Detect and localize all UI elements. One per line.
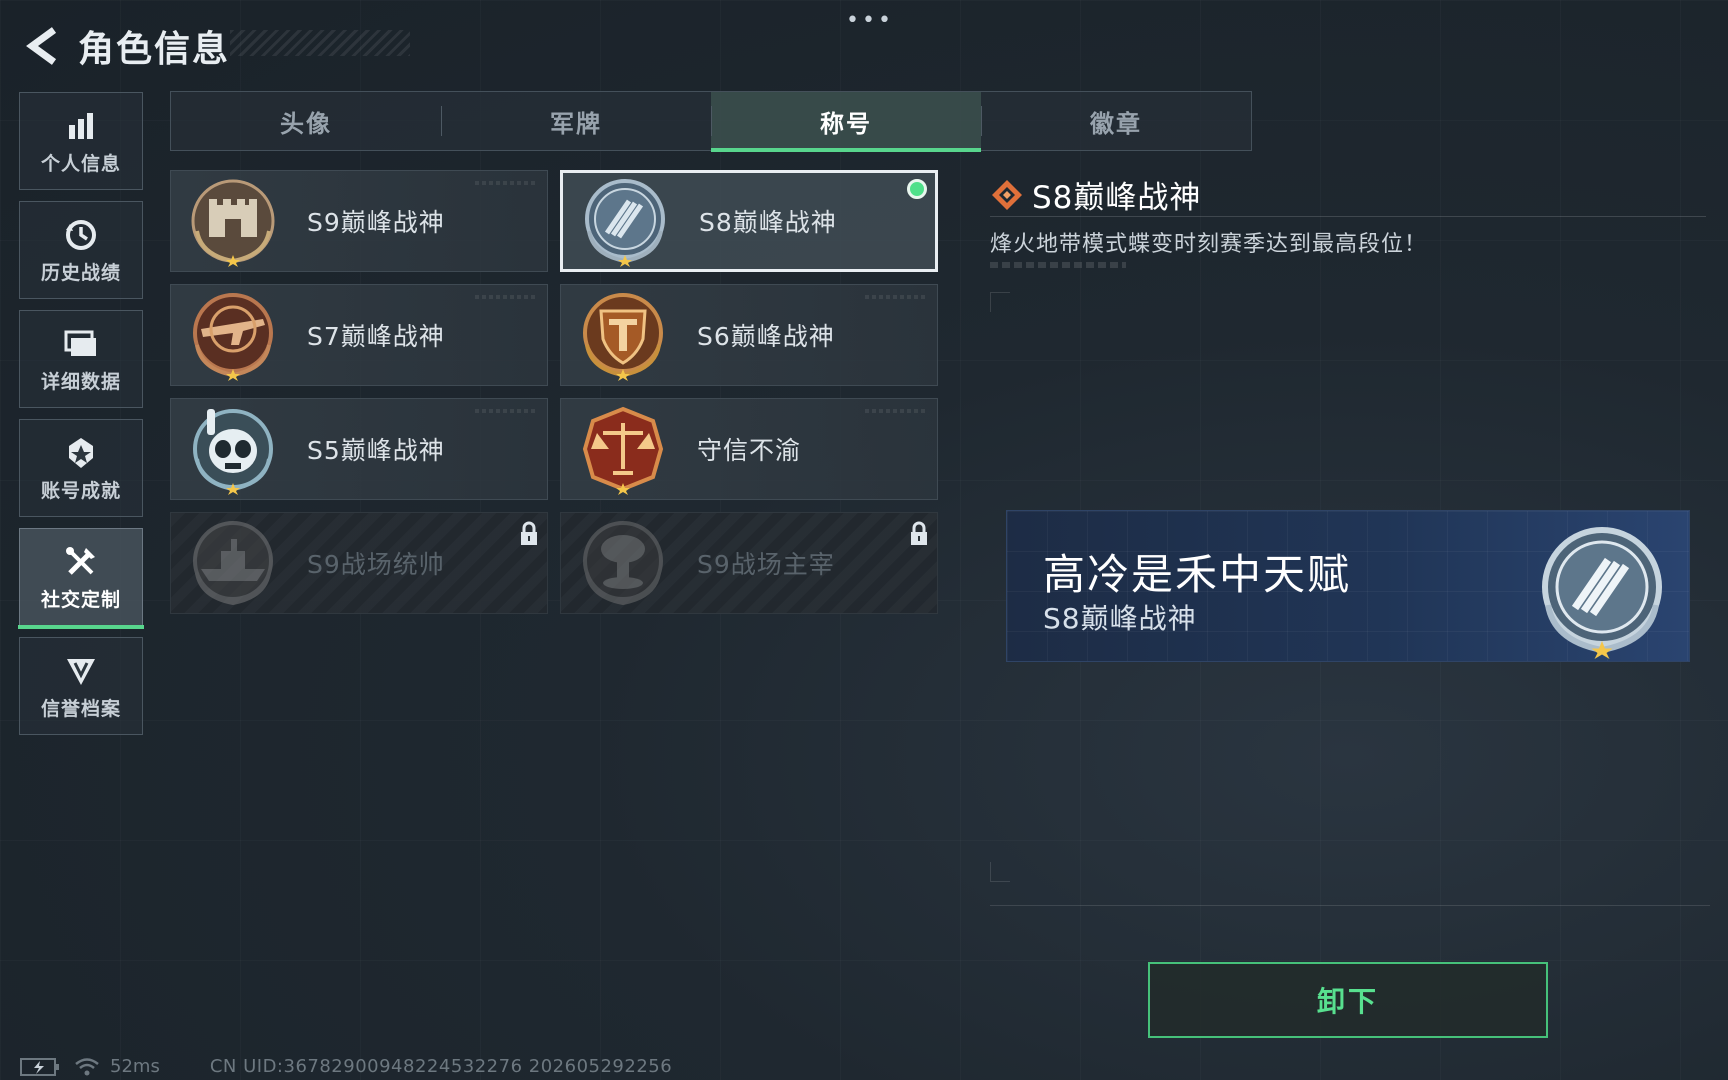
title-name: S8巅峰战神 (699, 208, 837, 237)
divider (990, 905, 1710, 906)
title-name: S9战场主宰 (697, 550, 835, 579)
page-title: 角色信息 (78, 29, 231, 70)
card-decoration (475, 409, 535, 413)
lock-icon (521, 521, 537, 545)
credit-shield-icon (65, 652, 97, 690)
diver-skull-badge-icon (193, 409, 273, 495)
slash-badge-icon (585, 179, 665, 267)
title-card[interactable]: 守信不渝 (560, 398, 938, 500)
header-decoration (230, 30, 410, 56)
title-name: S9巅峰战神 (307, 208, 445, 237)
preview-title-name: S8巅峰战神 (1043, 602, 1197, 635)
title-name: S5巅峰战神 (307, 436, 445, 465)
sidebar-item-achievements[interactable]: 账号成就 (19, 419, 143, 517)
frame-corner (990, 862, 1010, 882)
header: 角色信息 (20, 18, 230, 74)
slash-badge-icon (1542, 527, 1662, 659)
sidebar-item-label: 历史战绩 (40, 261, 121, 284)
title-name: S7巅峰战神 (307, 322, 445, 351)
back-arrow-icon (26, 27, 57, 65)
scales-badge-icon (582, 406, 664, 495)
title-name: S9战场统帅 (307, 550, 445, 579)
battery-icon (20, 1057, 59, 1076)
detail-decoration (990, 262, 1126, 268)
shield-t-badge-icon (583, 293, 663, 381)
title-preview-banner: 高冷是禾中天赋 S8巅峰战神 (1006, 510, 1690, 662)
more-menu[interactable]: ••• (846, 8, 894, 33)
sidebar-item-label: 个人信息 (40, 152, 121, 175)
back-button[interactable] (20, 24, 64, 68)
card-decoration (865, 409, 925, 413)
tab-title[interactable]: 称号 (711, 92, 981, 152)
diamond-icon (992, 179, 1022, 210)
detail-title-name: S8巅峰战神 (1032, 180, 1202, 216)
title-grid: S9巅峰战神 S8巅峰战神 S7巅峰战神 S6巅峰战神 S5巅峰战神 守信不渝 … (170, 170, 940, 614)
sidebar-item-history[interactable]: 历史战绩 (19, 201, 143, 299)
card-decoration (475, 181, 535, 185)
unequip-label: 卸下 (1316, 985, 1379, 1018)
mushroom-cloud-badge-icon (583, 521, 663, 606)
title-card[interactable]: S7巅峰战神 (170, 284, 548, 386)
sidebar-item-label: 社交定制 (40, 588, 121, 611)
card-decoration (475, 295, 535, 299)
title-card[interactable]: S9巅峰战神 (170, 170, 548, 272)
bar-chart-icon (66, 107, 96, 145)
history-clock-icon (64, 216, 98, 254)
sidebar: 个人信息 历史战绩 详细数据 账号成就 社交定制 信誉档案 (18, 92, 144, 746)
sidebar-item-personal-info[interactable]: 个人信息 (19, 92, 143, 190)
title-name: 守信不渝 (697, 436, 802, 465)
divider (990, 216, 1706, 217)
category-tabs: 头像 军牌 称号 徽章 (170, 91, 1252, 152)
unequip-button[interactable]: 卸下 (1148, 962, 1548, 1038)
frame-corner (990, 292, 1010, 312)
title-card[interactable]: S5巅峰战神 (170, 398, 548, 500)
card-decoration (865, 295, 925, 299)
title-card-locked[interactable]: S9战场统帅 (170, 512, 548, 614)
warship-badge-icon (193, 521, 273, 606)
folder-icon (64, 325, 98, 363)
detail-header: S8巅峰战神 (990, 172, 1201, 217)
preview-player-name: 高冷是禾中天赋 (1043, 550, 1352, 599)
title-card[interactable]: S6巅峰战神 (560, 284, 938, 386)
sidebar-item-details[interactable]: 详细数据 (19, 310, 143, 408)
uid-text: CN UID:36782900948224532276 202605292256 (209, 1056, 673, 1077)
sidebar-item-social-custom[interactable]: 社交定制 (18, 528, 144, 629)
fortress-badge-icon (191, 179, 275, 267)
sidebar-item-label: 账号成就 (40, 479, 121, 502)
rifle-badge-icon (193, 293, 273, 381)
ping-value: 52ms (110, 1056, 160, 1077)
title-name: S6巅峰战神 (697, 322, 835, 351)
equipped-indicator (907, 179, 927, 199)
achievement-icon (65, 434, 97, 472)
detail-description: 烽火地带模式蝶变时刻赛季达到最高段位！ (990, 232, 1428, 257)
status-bar: 52ms CN UID:36782900948224532276 2026052… (20, 1056, 672, 1077)
tab-dog-tag[interactable]: 军牌 (441, 92, 711, 150)
tools-icon (64, 543, 98, 581)
sidebar-item-credit[interactable]: 信誉档案 (19, 637, 143, 735)
sidebar-item-label: 信誉档案 (40, 697, 121, 720)
sidebar-item-label: 详细数据 (40, 370, 121, 393)
title-card-locked[interactable]: S9战场主宰 (560, 512, 938, 614)
tab-emblem[interactable]: 徽章 (981, 92, 1251, 150)
tab-avatar[interactable]: 头像 (171, 92, 441, 150)
lock-icon (911, 521, 927, 545)
title-card-selected[interactable]: S8巅峰战神 (560, 170, 938, 272)
wifi-icon (75, 1057, 99, 1075)
